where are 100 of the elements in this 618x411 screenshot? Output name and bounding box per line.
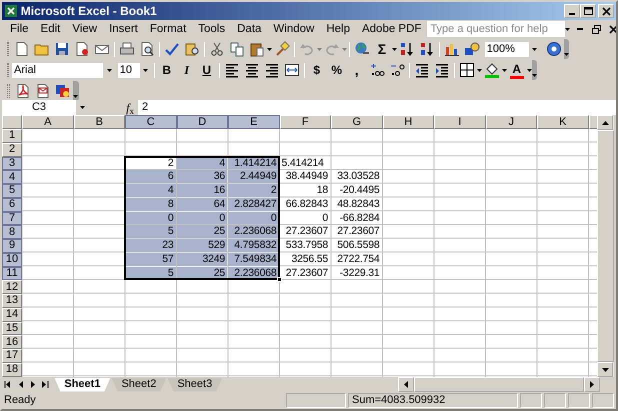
minimize-button[interactable]	[564, 4, 580, 18]
column-header[interactable]: B	[74, 115, 125, 129]
row-header[interactable]: 5	[2, 184, 22, 198]
autosum-button[interactable]: Σ	[372, 40, 392, 58]
table-cell[interactable]: 0	[228, 212, 278, 224]
name-box[interactable]: C3	[2, 100, 76, 115]
bold-button[interactable]: B	[156, 60, 177, 80]
row-header[interactable]: 11	[2, 266, 22, 280]
row-header[interactable]: 4	[2, 170, 22, 184]
menu-item[interactable]: Format	[144, 21, 192, 37]
table-cell[interactable]: 0	[280, 212, 330, 224]
table-cell[interactable]: 38.44949	[280, 170, 330, 183]
table-cell[interactable]: 2.44949	[228, 170, 278, 183]
row-header[interactable]: 12	[2, 280, 22, 294]
row-header[interactable]: 8	[2, 225, 22, 239]
menu-item[interactable]: Data	[231, 21, 268, 37]
column-header[interactable]: E	[228, 115, 280, 129]
row-header[interactable]: 10	[2, 252, 22, 266]
row-header[interactable]: 16	[2, 335, 22, 349]
table-cell[interactable]: 5.414214	[280, 156, 330, 170]
table-cell[interactable]: 18	[280, 184, 330, 197]
scroll-left-button[interactable]	[398, 377, 414, 392]
table-cell[interactable]: 5	[125, 225, 176, 238]
sheet-tab[interactable]: Sheet3	[167, 378, 222, 392]
table-cell[interactable]: 2.236068	[228, 225, 278, 238]
menu-item[interactable]: Tools	[192, 21, 232, 37]
row-header[interactable]: 6	[2, 198, 22, 212]
underline-button[interactable]: U	[196, 60, 217, 80]
menu-item[interactable]: Help	[320, 21, 356, 37]
table-cell[interactable]: 529	[176, 239, 227, 252]
font-size-field[interactable]: 10	[118, 62, 140, 78]
column-header[interactable]: G	[331, 115, 382, 129]
table-cell[interactable]: 5	[125, 266, 176, 280]
table-cell[interactable]: 57	[125, 252, 176, 266]
menu-item[interactable]: Edit	[34, 21, 66, 37]
column-header[interactable]: F	[280, 115, 331, 129]
table-cell[interactable]: -66.8284	[331, 212, 382, 224]
table-cell[interactable]: 16	[176, 184, 227, 197]
row-header[interactable]: 2	[2, 142, 22, 156]
zoom-field[interactable]: 100%	[484, 42, 529, 56]
table-cell[interactable]: 33.03528	[331, 170, 382, 183]
insert-function-button[interactable]: f$_{x}$	[126, 98, 134, 116]
italic-button[interactable]: I	[176, 60, 197, 80]
table-cell[interactable]: 0	[176, 212, 227, 224]
toolbar-options-button[interactable]	[72, 81, 79, 101]
currency-button[interactable]: $	[306, 60, 327, 80]
table-cell[interactable]: 2.236068	[228, 266, 278, 280]
scroll-up-button[interactable]	[597, 115, 613, 130]
font-field[interactable]: Arial	[12, 62, 103, 78]
column-header[interactable]: A	[22, 115, 74, 129]
table-cell[interactable]: 2.828427	[228, 198, 278, 210]
toolbar-options-button[interactable]	[564, 39, 568, 59]
column-header[interactable]: J	[486, 115, 537, 129]
table-cell[interactable]: 27.23607	[331, 225, 382, 238]
row-header[interactable]: 9	[2, 239, 22, 253]
row-header[interactable]: 17	[2, 349, 22, 363]
table-cell[interactable]: 4.795832	[228, 239, 278, 252]
table-cell[interactable]: 25	[176, 266, 227, 280]
table-cell[interactable]: 3249	[176, 252, 227, 266]
scroll-down-button[interactable]	[597, 362, 613, 377]
table-cell[interactable]: 27.23607	[280, 266, 330, 280]
table-cell[interactable]: 6	[125, 170, 176, 183]
percent-button[interactable]: %	[326, 60, 347, 80]
help-search-field[interactable]: Type a question for help	[427, 21, 566, 37]
select-all-button[interactable]	[2, 115, 22, 129]
row-header[interactable]: 3	[2, 156, 22, 170]
toolbar-options-button[interactable]	[532, 60, 537, 80]
table-cell[interactable]: 48.82843	[331, 198, 382, 210]
table-cell[interactable]: 2722.754	[331, 252, 382, 266]
table-cell[interactable]: 7.549834	[228, 252, 278, 266]
menu-item[interactable]: Window	[267, 21, 320, 37]
column-header[interactable]: C	[125, 115, 176, 129]
table-cell[interactable]: 506.5598	[331, 239, 382, 252]
table-cell[interactable]: 533.7958	[280, 239, 330, 252]
column-header[interactable]: I	[434, 115, 486, 129]
fill-handle[interactable]	[276, 277, 282, 282]
table-cell[interactable]: -3229.31	[331, 266, 382, 280]
column-header[interactable]: D	[176, 115, 228, 129]
close-button[interactable]	[598, 4, 614, 18]
sheet-tab[interactable]: Sheet1	[54, 378, 110, 392]
comma-button[interactable]: ,	[346, 60, 367, 80]
menu-item[interactable]: Insert	[103, 21, 144, 37]
table-cell[interactable]: -20.4495	[331, 184, 382, 197]
table-cell[interactable]: 2	[228, 184, 278, 197]
column-header[interactable]: H	[382, 115, 434, 129]
maximize-button[interactable]	[580, 4, 596, 18]
formula-field[interactable]: 2	[138, 100, 616, 115]
row-header[interactable]: 1	[2, 129, 22, 143]
scroll-right-button[interactable]	[584, 377, 600, 392]
table-cell[interactable]: 4	[125, 184, 176, 197]
table-cell[interactable]: 0	[125, 212, 176, 224]
row-header[interactable]: 15	[2, 322, 22, 336]
table-cell[interactable]: 66.82843	[280, 198, 330, 210]
table-cell[interactable]: 2	[125, 156, 176, 170]
table-cell[interactable]: 25	[176, 225, 227, 238]
menu-item[interactable]: View	[66, 21, 104, 37]
table-cell[interactable]: 8	[125, 198, 176, 210]
table-cell[interactable]: 64	[176, 198, 227, 210]
row-header[interactable]: 7	[2, 212, 22, 226]
font-color-button[interactable]: A	[510, 62, 524, 78]
